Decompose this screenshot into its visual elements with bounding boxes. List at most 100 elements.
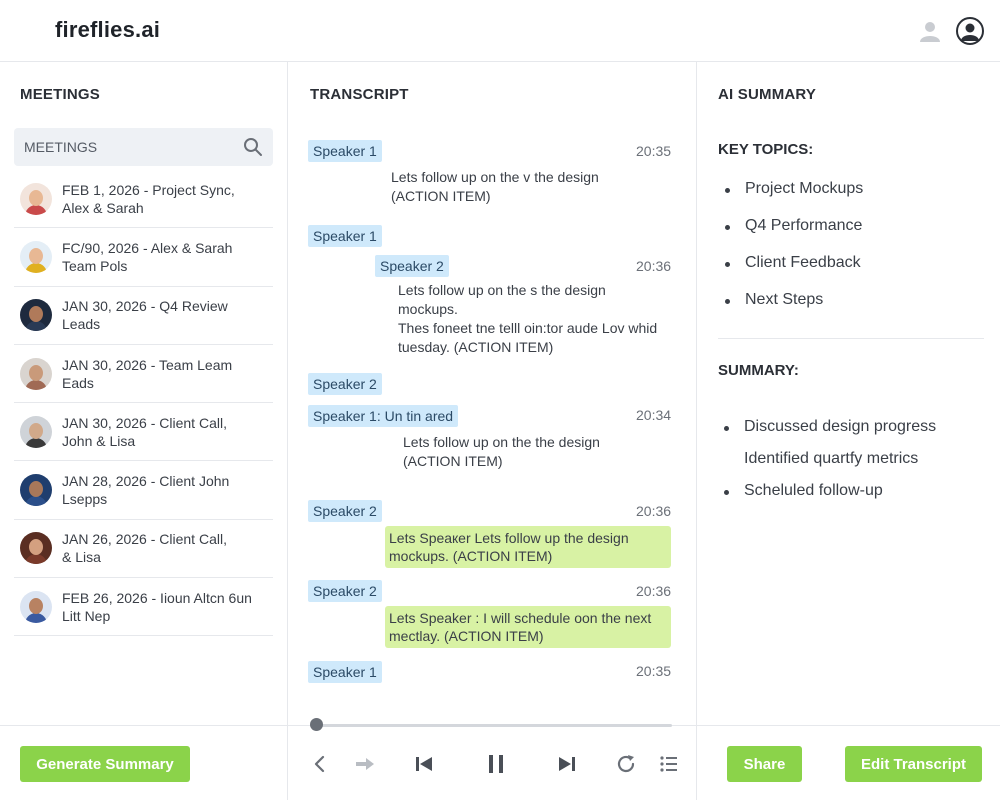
account-avatar-icon[interactable]: [956, 17, 984, 45]
meeting-title: FC/90, 2026 - Alex & Sarah: [62, 239, 233, 256]
summary-item: Discussed design progress: [724, 418, 936, 450]
avatar: [20, 474, 52, 507]
meeting-title: JAN 30, 2026 - Q4 Review: [62, 298, 228, 315]
divider: [0, 725, 288, 726]
transcript-line: Lets follow up on the s the design: [398, 282, 606, 298]
forward-icon[interactable]: [353, 752, 377, 776]
generate-summary-button[interactable]: Generate Summary: [20, 746, 190, 782]
meeting-item[interactable]: JAN 30, 2026 - Q4 Review Leads: [14, 287, 273, 345]
transcript-line: (ACTION ITEM): [403, 453, 503, 469]
divider: [718, 338, 984, 339]
meeting-title: JAN 30, 2026 - Client Call,: [62, 414, 227, 431]
app-window: fireflies.ai MEETINGS MEETINGS FEB 1, 20…: [0, 0, 1000, 800]
avatar: [20, 357, 52, 390]
playback-progress-track[interactable]: [314, 724, 672, 727]
key-topic-item: Client Feedback: [725, 254, 863, 291]
meeting-title: FEB 26, 2026 - Iioun Altcn 6un: [62, 589, 252, 606]
transcript-text: Lets follow up on the s the design mocku…: [398, 281, 657, 357]
timestamp: 20:36: [636, 503, 672, 519]
search-icon[interactable]: [243, 137, 263, 157]
meeting-list: FEB 1, 2026 - Project Sync, Alex & Sarah …: [14, 170, 273, 637]
transcript-line: (ACTION ITEM): [391, 188, 491, 204]
pause-icon[interactable]: [484, 752, 508, 776]
speaker-label: Speaker 2: [375, 255, 449, 277]
summary-panel: AI SUMMARY KEY TOPICS: Project Mockups Q…: [697, 62, 1000, 800]
transcript-line: Lets Sреакer Lets follow up the design: [389, 530, 629, 546]
app-logo[interactable]: fireflies.ai: [55, 17, 160, 43]
transcript-line: mockups. (ACTION ITEM): [389, 548, 553, 564]
transcript-panel: TRANSCRIPT Speaker 1 20:35 Lets follow u…: [288, 62, 697, 800]
key-topic-item: Project Mockups: [725, 180, 863, 217]
edit-transcript-button[interactable]: Edit Transcript: [845, 746, 982, 782]
speaker-label: Speaker 2: [308, 373, 382, 395]
meeting-item[interactable]: FC/90, 2026 - Alex & Sarah Team Pols: [14, 228, 273, 287]
summary-item: Scheluled follow-up: [724, 482, 936, 514]
divider: [697, 725, 1000, 726]
meeting-participants: Leads: [62, 316, 101, 333]
transcript-line: Thes foneet tne telll oin:tor aude Lov w…: [398, 320, 658, 336]
speaker-label: Speaker 1: [308, 661, 382, 683]
bullet-icon: [725, 299, 730, 304]
back-icon[interactable]: [308, 752, 332, 776]
meeting-item[interactable]: FEB 26, 2026 - Iioun Altcn 6un Litt Nep: [14, 578, 273, 637]
skip-next-icon[interactable]: [555, 752, 579, 776]
timestamp: 20:35: [636, 663, 672, 679]
meeting-participants: Litt Nep: [62, 607, 111, 624]
transcript-text: Lets follow up on the the design (ACTION…: [403, 433, 600, 471]
search-input[interactable]: [14, 128, 224, 166]
transcript-line: Lets follow up on the the design: [403, 434, 600, 450]
list-icon[interactable]: [657, 752, 681, 776]
key-topic-item: Q4 Performance: [725, 217, 863, 254]
share-button[interactable]: Share: [727, 746, 802, 782]
speaker-label: Speaker 2: [308, 580, 382, 602]
meeting-title: FEB 1, 2026 - Project Sync,: [62, 181, 235, 198]
user-icon[interactable]: [916, 17, 944, 45]
timestamp: 20:34: [636, 407, 672, 423]
replay-icon[interactable]: [614, 752, 638, 776]
summary-title: AI SUMMARY: [718, 86, 817, 103]
meeting-item[interactable]: JAN 28, 2026 - Client John Lsepps: [14, 461, 273, 520]
meeting-item[interactable]: JAN 30, 2026 - Team Leam Eads: [14, 345, 273, 404]
skip-previous-icon[interactable]: [412, 752, 436, 776]
meeting-item[interactable]: JAN 26, 2026 - Client Call, & Lisa: [14, 520, 273, 579]
action-item-highlight[interactable]: Lets Speaker : I will schedule oon the n…: [385, 606, 671, 648]
meeting-participants: Lsepps: [62, 491, 108, 508]
avatar: [20, 299, 52, 332]
speaker-label: Speaker 1: Un tin ared: [308, 405, 459, 427]
transcript-title: TRANSCRIPT: [310, 86, 409, 103]
meeting-participants: Eads: [62, 374, 94, 391]
meeting-title: JAN 28, 2026 - Client John: [62, 473, 230, 490]
meeting-title: JAN 26, 2026 - Client Call,: [62, 531, 227, 548]
speaker-label: Speaker 1: [308, 225, 382, 247]
action-item-highlight[interactable]: Lets Sреакer Lets follow up the design m…: [385, 526, 671, 568]
meeting-participants: John & Lisa: [62, 432, 136, 449]
transcript-line: Lets Speaker : I will schedule oon the n…: [389, 610, 652, 626]
timestamp: 20:36: [636, 258, 672, 274]
avatar: [20, 240, 52, 273]
bullet-icon: [724, 490, 729, 495]
meeting-item[interactable]: FEB 1, 2026 - Project Sync, Alex & Sarah: [14, 170, 273, 229]
avatar: [20, 182, 52, 215]
summary-section-title: SUMMARY:: [718, 362, 799, 379]
avatar: [20, 415, 52, 448]
key-topics-title: KEY TOPICS:: [718, 141, 814, 158]
bullet-icon: [725, 262, 730, 267]
playback-progress-handle[interactable]: [310, 718, 323, 731]
meeting-title: JAN 30, 2026 - Team Leam: [62, 356, 233, 373]
transcript-line: Lets follow up on the v the design: [391, 169, 599, 185]
summary-list: Discussed design progress Identified qua…: [724, 418, 936, 514]
transcript-text: Lets follow up on the v the design (ACTI…: [391, 168, 599, 206]
speaker-label: Speaker 2: [308, 500, 382, 522]
timestamp: 20:36: [636, 583, 672, 599]
timestamp: 20:35: [636, 143, 672, 159]
speaker-label: Speaker 1: [308, 140, 382, 162]
key-topics-list: Project Mockups Q4 Performance Client Fe…: [725, 180, 863, 328]
meetings-panel: MEETINGS FEB 1, 2026 - Project Sync,Alex…: [0, 62, 288, 800]
meetings-title: MEETINGS: [20, 86, 100, 103]
meeting-item[interactable]: JAN 30, 2026 - Client Call, John & Lisa: [14, 403, 273, 462]
summary-item: Identified quartfy metrics: [744, 450, 919, 467]
transcript-line: mectlay. (ACTION ITEM): [389, 628, 544, 644]
transcript-line: mockups.: [398, 301, 458, 317]
bullet-icon: [725, 188, 730, 193]
header: fireflies.ai: [0, 0, 1000, 62]
